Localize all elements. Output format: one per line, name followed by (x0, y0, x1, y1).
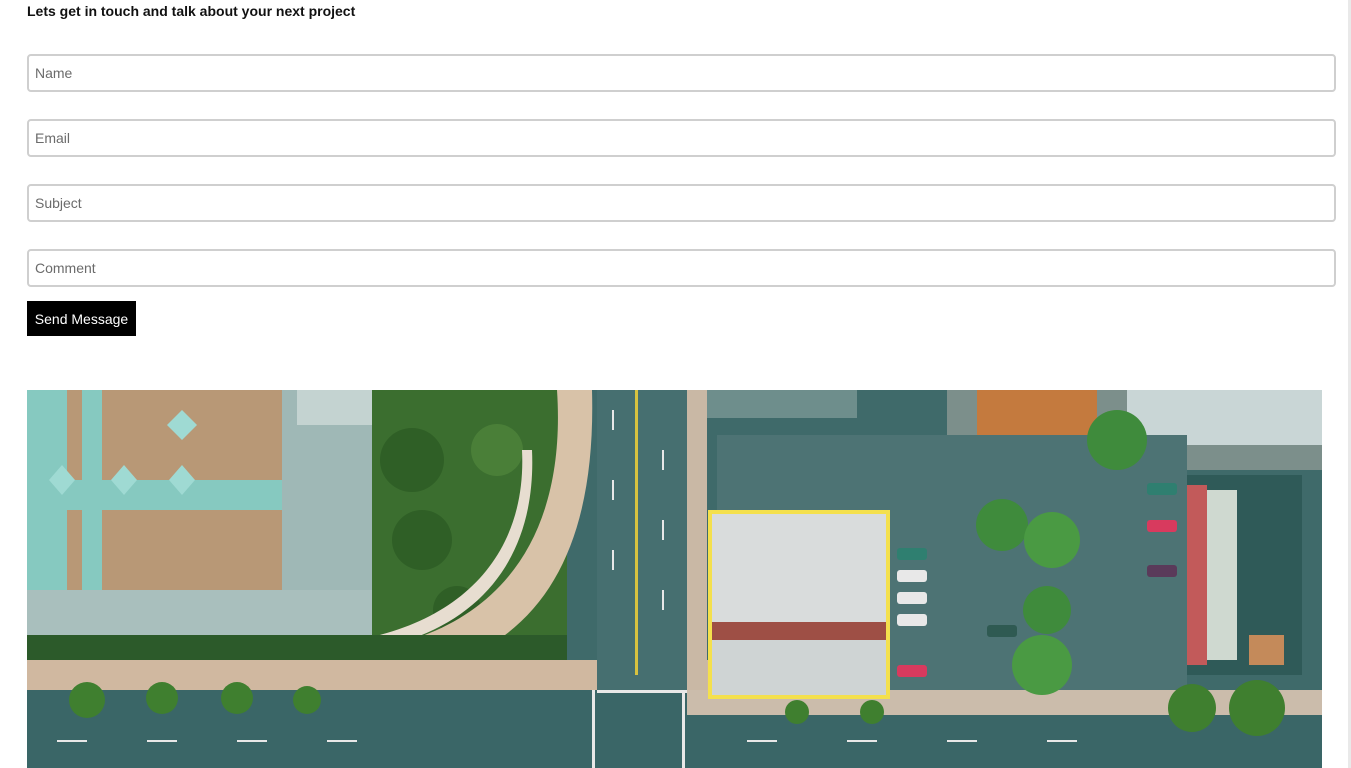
contact-heading: Lets get in touch and talk about your ne… (27, 3, 356, 19)
name-field[interactable] (27, 54, 1336, 92)
comment-field[interactable] (27, 249, 1336, 287)
email-field[interactable] (27, 119, 1336, 157)
aerial-city-image (27, 390, 1322, 768)
subject-field[interactable] (27, 184, 1336, 222)
send-message-button[interactable]: Send Message (27, 301, 136, 336)
